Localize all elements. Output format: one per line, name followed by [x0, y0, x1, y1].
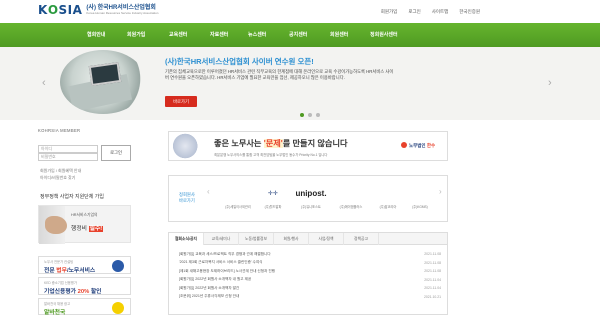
admin-promo-banner[interactable]: HR서비스기업의 행정비 필수!	[38, 205, 131, 244]
list-item[interactable]: [조문위] 2021년 주휴사각제보 신청 안내 2021.10.21	[179, 293, 441, 302]
logo-org-name-en: Korea Human Resources Service Industry A…	[86, 11, 159, 15]
hero-pagination	[300, 113, 320, 117]
gnb-item-members[interactable]: 회원센터	[330, 23, 348, 47]
tab-business-policy[interactable]: 사업/정책	[309, 233, 344, 245]
list-item[interactable]: [회원가입] 교육과 세스/프로젝트 직무 경쟁과 관계 해결합니다 2021.1…	[179, 250, 441, 259]
tab-policy-announcement[interactable]: 정책공고	[344, 233, 379, 245]
partner-item[interactable]: (주)KGMS)	[401, 186, 439, 209]
partners-prev-icon[interactable]: ‹	[207, 187, 210, 196]
banner-headline: 좋은 노무사는 '문제'를 만들지 않습니다	[214, 139, 348, 148]
partner-members-box: 정회원사 바로가기 ‹ (주)세일이사외관리 ✛✛ (주)월드알파 unipost.…	[168, 175, 448, 222]
notice-list: [회원가입] 교육과 세스/프로젝트 직무 경쟁과 관계 해결합니다 2021.1…	[179, 250, 441, 301]
notice-tabs: 협회소식/공지 교육/세미나 노동/법률정보 회원/행사 사업/정책 정책공고	[169, 233, 447, 245]
brand-icon	[401, 142, 407, 148]
promo-photo	[39, 206, 67, 244]
gnb-item-news[interactable]: 뉴스센터	[248, 23, 266, 47]
password-input[interactable]: 비밀번호	[38, 153, 98, 161]
list-item[interactable]: [회원가입] 2022년 회원사 소개책자 내 원고 제공 2021.11.04	[179, 276, 441, 285]
top-bar: KOSIA (사) 한국HR서비스산업협회 Korea Human Resour…	[0, 0, 600, 23]
list-item[interactable]: [제1회 새해고용현장 도제하이브리드] 노사관계 안내 신청과 진행 2021.…	[179, 267, 441, 276]
partners-next-icon[interactable]: ›	[439, 187, 442, 196]
hero-next-icon[interactable]: ›	[548, 77, 552, 89]
hero-image	[60, 50, 146, 114]
ad-badge-icon	[112, 260, 124, 272]
util-join-link[interactable]: 회원가입	[381, 9, 398, 15]
list-item[interactable]: [회원가입] 2022년 회원사 소개책자 발간 2021.11.04	[179, 284, 441, 293]
hero-description: 기존의 집체교육으로만 이루어졌던 HR서비스 관련 직무교육의 한계점에 대해…	[165, 69, 394, 80]
partner-item[interactable]: unipost. (주)유니포스트	[292, 186, 330, 210]
main-navigation: 협회안내 회원가입 교육센터 자료센터 뉴스센터 공지센터 회원센터 정회원사센…	[0, 23, 600, 47]
id-input[interactable]: 아이디	[38, 145, 98, 153]
join-info-link[interactable]: 회원가입 / 회원혜택 안내	[40, 168, 81, 174]
gnb-item-join[interactable]: 회원가입	[127, 23, 145, 47]
gnb-item-education[interactable]: 교육센터	[169, 23, 187, 47]
partner-label: 정회원사 바로가기	[179, 192, 195, 203]
logo-mark: KOSIA	[38, 3, 83, 17]
util-login-link[interactable]: 로그인	[408, 9, 420, 15]
util-cert-link[interactable]: 한국인증원	[459, 9, 480, 15]
gnb-item-resources[interactable]: 자료센터	[210, 23, 228, 47]
gnb-item-about[interactable]: 협회안내	[87, 23, 105, 47]
hero-title: (사)한국HR서비스산업협회 사이버 연수원 오픈!	[165, 57, 314, 66]
tab-association-news[interactable]: 협회소식/공지	[169, 233, 204, 245]
member-box: KOHRSIA MEMBER	[38, 128, 138, 133]
util-sitemap-link[interactable]: 사이트맵	[432, 9, 449, 15]
login-button[interactable]: 로그인	[101, 145, 131, 161]
ad-labor-service[interactable]: 노무사 전문가 컨설팅 전문 법무/노무서비스	[38, 256, 131, 274]
partner-item[interactable]: (주)에이엠플러스	[332, 186, 370, 209]
gnb-item-notice[interactable]: 공지센터	[289, 23, 307, 47]
hero-cta-button[interactable]: 바로가기	[165, 96, 197, 107]
banner-subtext: 최분분쟁 노무사의스를 통합 고객 최전담팀을 노무법인 동수가 Priorit…	[214, 153, 328, 157]
promo-big-text: 행정비 필수!	[71, 226, 104, 232]
labor-attorney-banner[interactable]: 좋은 노무사는 '문제'를 만들지 않습니다 최분분쟁 노무사의스를 통합 고객…	[168, 131, 448, 161]
hero-dot-2[interactable]	[308, 113, 312, 117]
tab-education[interactable]: 교육/세미나	[204, 233, 239, 245]
site-logo[interactable]: KOSIA (사) 한국HR서비스산업협회 Korea Human Resour…	[38, 3, 158, 17]
find-account-link[interactable]: 아이디/비밀번호 찾기	[40, 175, 75, 181]
promo-small-text: HR서비스기업의	[71, 213, 98, 217]
ad-credit-rating[interactable]: KED 중소기업 신용평가 기업신용평가 20% 할인	[38, 277, 131, 295]
member-title: KOHRSIA MEMBER	[38, 128, 81, 133]
tab-labor-law[interactable]: 노동/법률정보	[239, 233, 274, 245]
gnb-item-regular-members[interactable]: 정회원사센터	[370, 23, 398, 47]
ad-small-text: KED 중소기업 신용평가	[44, 281, 77, 285]
ad-albachunguk[interactable]: 알바천국 채용 광고 알바천국	[38, 298, 131, 316]
partner-item[interactable]: (주)세일이사외관리	[219, 186, 257, 209]
ad-small-text: 알바천국 채용 광고	[44, 302, 71, 306]
support-join-title: 정부정책 사업자 지원단체 가입	[40, 194, 104, 200]
list-item[interactable]: '2021 제3회 근로자복지 서비스 서비스 클린인증' 수여식 2021.11…	[179, 259, 441, 268]
hero-dot-3[interactable]	[316, 113, 320, 117]
utility-links: 회원가입 로그인 사이트맵 한국인증원	[381, 9, 480, 15]
notice-board: 협회소식/공지 교육/세미나 노동/법률정보 회원/행사 사업/정책 정책공고 …	[168, 232, 448, 315]
hero-dot-1[interactable]	[300, 113, 304, 117]
ad-big-text: 기업신용평가 20% 할인	[44, 289, 102, 295]
banner-brand: 노무법인 한수	[409, 143, 436, 148]
ad-big-text: 전문 법무/노무서비스	[44, 268, 96, 274]
banner-image	[169, 132, 205, 160]
tab-members-events[interactable]: 회원/행사	[274, 233, 309, 245]
ad-badge-icon	[112, 302, 124, 314]
ad-small-text: 노무사 전문가 컨설팅	[44, 260, 74, 264]
hero-prev-icon[interactable]: ‹	[42, 77, 46, 89]
partner-item[interactable]: ✛✛ (주)월드알파	[254, 186, 292, 210]
